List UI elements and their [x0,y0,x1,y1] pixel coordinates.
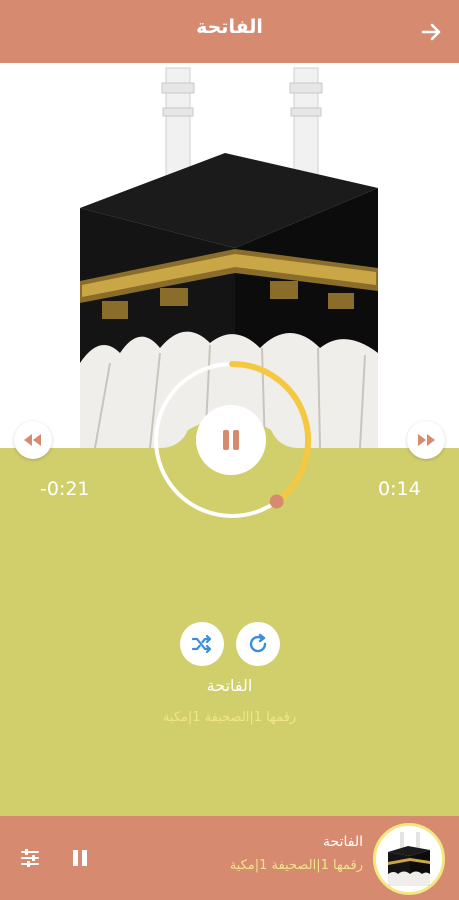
forward-button[interactable] [407,421,445,459]
shuffle-icon [191,634,212,654]
pause-button[interactable] [196,405,266,475]
repeat-button[interactable] [236,622,280,666]
mini-info: رقمها 1|الصحيفة 1|مكية [229,858,363,873]
track-title: الفاتحة [206,676,253,695]
mini-cover-image [373,823,445,895]
elapsed-time: 0:14 [378,478,421,500]
rewind-button[interactable] [14,421,52,459]
fast-forward-icon [418,434,435,446]
pause-icon [223,430,239,450]
track-info: رقمها 1|الصحيفة 1|مكية [162,710,297,725]
shuffle-button[interactable] [180,622,224,666]
remaining-time: -0:21 [40,478,90,500]
arrow-right-icon [421,23,441,41]
back-button[interactable] [417,18,445,46]
equalizer-button[interactable] [18,846,42,870]
repeat-icon [249,633,267,653]
fast-rewind-icon [24,434,41,446]
equalizer-icon [21,849,39,867]
page-title: الفاتحة [196,16,263,38]
mini-title: الفاتحة [323,834,363,850]
app-bar: الفاتحة [0,0,459,63]
mini-pause-button[interactable] [68,846,92,870]
pause-icon [73,850,87,866]
mini-player[interactable]: الفاتحة رقمها 1|الصحيفة 1|مكية [0,816,459,900]
